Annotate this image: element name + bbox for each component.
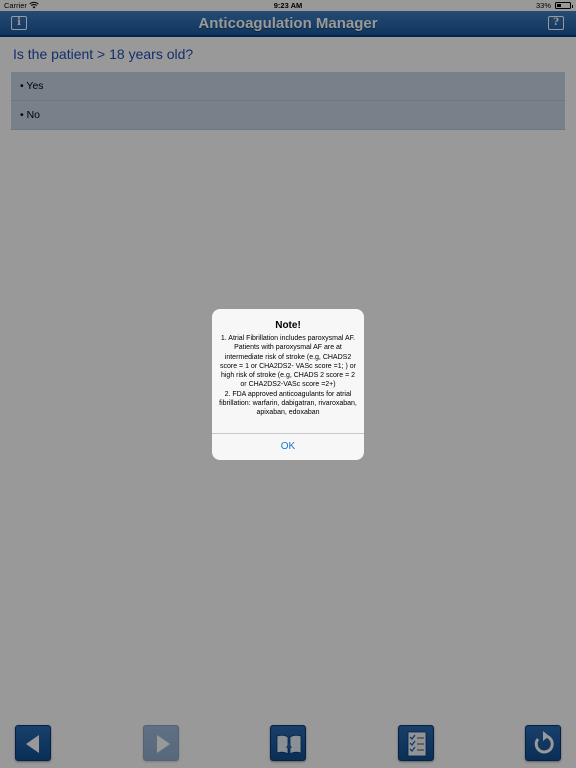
alert-title: Note! — [275, 320, 301, 331]
alert-message: 1. Atrial Fibrillation includes paroxysm… — [219, 335, 357, 417]
alert-dialog: Note! 1. Atrial Fibrillation includes pa… — [212, 309, 364, 460]
ok-button[interactable]: OK — [212, 434, 364, 460]
